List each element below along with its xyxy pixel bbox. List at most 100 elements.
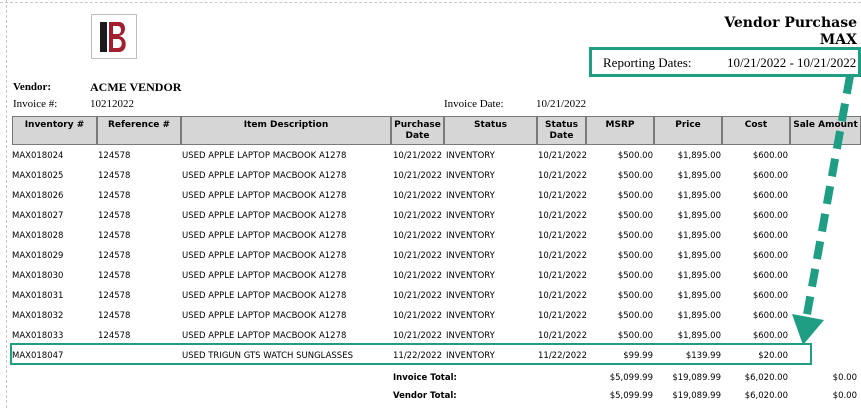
cell-price: $1,895.00 — [677, 151, 721, 161]
cell-status-date: 10/21/2022 — [538, 191, 587, 201]
cell-purchase-date: 10/21/2022 — [393, 331, 442, 341]
cell-purchase-date: 10/21/2022 — [393, 231, 442, 241]
cell-status-date: 10/21/2022 — [538, 251, 587, 261]
cell-price: $1,895.00 — [677, 171, 721, 181]
table-row: MAX018029 124578 USED APPLE LAPTOP MACBOOK… — [12, 247, 861, 267]
cell-price: $1,895.00 — [677, 271, 721, 281]
invoice-date-label: Invoice Date: — [444, 98, 504, 110]
cell-purchase-date: 10/21/2022 — [393, 271, 442, 281]
cell-purchase-date: 10/21/2022 — [393, 211, 442, 221]
page-guide-horizontal — [0, 2, 861, 3]
header-status-date: Status Date — [537, 116, 586, 145]
cell-reference: 124578 — [98, 191, 131, 201]
cell-cost: $600.00 — [752, 171, 788, 181]
table-row: MAX018027 124578 USED APPLE LAPTOP MACBOOK… — [12, 207, 861, 227]
reporting-dates-highlight: Reporting Dates: 10/21/2022 - 10/21/2022 — [589, 47, 861, 77]
cell-description: USED APPLE LAPTOP MACBOOK A1278 — [182, 171, 347, 181]
cell-inventory: MAX018032 — [12, 311, 64, 321]
table-row: MAX018030 124578 USED APPLE LAPTOP MACBOOK… — [12, 267, 861, 287]
cell-msrp: $500.00 — [617, 151, 653, 161]
cell-status: INVENTORY — [446, 331, 495, 341]
cell-description: USED APPLE LAPTOP MACBOOK A1278 — [182, 231, 347, 241]
cell-msrp: $500.00 — [617, 331, 653, 341]
vendor-total-cost: $6,020.00 — [744, 391, 788, 401]
cell-description: USED APPLE LAPTOP MACBOOK A1278 — [182, 291, 347, 301]
cell-status: INVENTORY — [446, 291, 495, 301]
invoice-number-label: Invoice #: — [13, 98, 58, 110]
cell-msrp: $500.00 — [617, 211, 653, 221]
table-row: MAX018024 124578 USED APPLE LAPTOP MACBOOK… — [12, 147, 861, 167]
reporting-dates-value: 10/21/2022 - 10/21/2022 — [727, 55, 857, 70]
table-row: MAX018032 124578 USED APPLE LAPTOP MACBOOK… — [12, 307, 861, 327]
company-logo — [91, 14, 137, 59]
cell-msrp: $500.00 — [617, 231, 653, 241]
cell-status-date: 10/21/2022 — [538, 211, 587, 221]
table-row: MAX018028 124578 USED APPLE LAPTOP MACBOOK… — [12, 227, 861, 247]
invoice-total-cost: $6,020.00 — [744, 373, 788, 383]
table-row: MAX018025 124578 USED APPLE LAPTOP MACBOOK… — [12, 167, 861, 187]
cell-msrp: $500.00 — [617, 171, 653, 181]
cell-cost: $600.00 — [752, 271, 788, 281]
header-reference: Reference # — [97, 116, 181, 145]
cell-description: USED APPLE LAPTOP MACBOOK A1278 — [182, 331, 347, 341]
invoice-total-sale: $0.00 — [832, 373, 857, 383]
cell-description: USED APPLE LAPTOP MACBOOK A1278 — [182, 191, 347, 201]
invoice-total-label: Invoice Total: — [393, 373, 457, 383]
cell-status: INVENTORY — [446, 231, 495, 241]
cell-status: INVENTORY — [446, 311, 495, 321]
cell-purchase-date: 10/21/2022 — [393, 151, 442, 161]
cell-reference: 124578 — [98, 231, 131, 241]
cell-cost: $600.00 — [752, 331, 788, 341]
cell-description: USED APPLE LAPTOP MACBOOK A1278 — [182, 271, 347, 281]
cell-cost: $600.00 — [752, 211, 788, 221]
table-row: MAX018031 124578 USED APPLE LAPTOP MACBOOK… — [12, 287, 861, 307]
cell-purchase-date: 10/21/2022 — [393, 291, 442, 301]
vendor-name: ACME VENDOR — [90, 80, 182, 94]
cell-msrp: $500.00 — [617, 271, 653, 281]
cell-status-date: 10/21/2022 — [538, 151, 587, 161]
cell-status: INVENTORY — [446, 251, 495, 261]
cell-price: $1,895.00 — [677, 191, 721, 201]
vendor-total-label: Vendor Total: — [393, 391, 457, 401]
cell-cost: $600.00 — [752, 231, 788, 241]
cell-purchase-date: 10/21/2022 — [393, 191, 442, 201]
cell-reference: 124578 — [98, 271, 131, 281]
cell-price: $1,895.00 — [677, 331, 721, 341]
cell-msrp: $500.00 — [617, 191, 653, 201]
invoice-date: 10/21/2022 — [536, 98, 587, 110]
cell-reference: 124578 — [98, 331, 131, 341]
cell-status: INVENTORY — [446, 191, 495, 201]
cell-msrp: $500.00 — [617, 291, 653, 301]
header-inventory: Inventory # — [12, 116, 97, 145]
header-status: Status — [444, 116, 537, 145]
cell-reference: 124578 — [98, 311, 131, 321]
report-title: Vendor Purchase — [724, 15, 857, 31]
vendor-total-msrp: $5,099.99 — [609, 391, 653, 401]
page-guide-vertical — [6, 0, 7, 408]
cell-description: USED APPLE LAPTOP MACBOOK A1278 — [182, 311, 347, 321]
cell-inventory: MAX018027 — [12, 211, 64, 221]
invoice-total-msrp: $5,099.99 — [609, 373, 653, 383]
cell-reference: 124578 — [98, 251, 131, 261]
cell-status-date: 10/21/2022 — [538, 171, 587, 181]
cell-inventory: MAX018028 — [12, 231, 64, 241]
cell-cost: $600.00 — [752, 251, 788, 261]
cell-price: $1,895.00 — [677, 211, 721, 221]
cell-inventory: MAX018025 — [12, 171, 64, 181]
cell-inventory: MAX018030 — [12, 271, 64, 281]
report-subtitle: MAX — [819, 32, 857, 48]
cell-price: $1,895.00 — [677, 251, 721, 261]
header-cost: Cost — [722, 116, 790, 145]
header-msrp: MSRP — [586, 116, 654, 145]
cell-reference: 124578 — [98, 211, 131, 221]
company-logo-icon — [100, 21, 126, 52]
cell-purchase-date: 10/21/2022 — [393, 171, 442, 181]
cell-status: INVENTORY — [446, 171, 495, 181]
invoice-total-price: $19,089.99 — [672, 373, 721, 383]
header-purchase-date: Purchase Date — [391, 116, 444, 145]
cell-description: USED APPLE LAPTOP MACBOOK A1278 — [182, 151, 347, 161]
cell-cost: $600.00 — [752, 291, 788, 301]
cell-status-date: 10/21/2022 — [538, 231, 587, 241]
table-row: MAX018026 124578 USED APPLE LAPTOP MACBOOK… — [12, 187, 861, 207]
vendor-label: Vendor: — [13, 81, 52, 93]
